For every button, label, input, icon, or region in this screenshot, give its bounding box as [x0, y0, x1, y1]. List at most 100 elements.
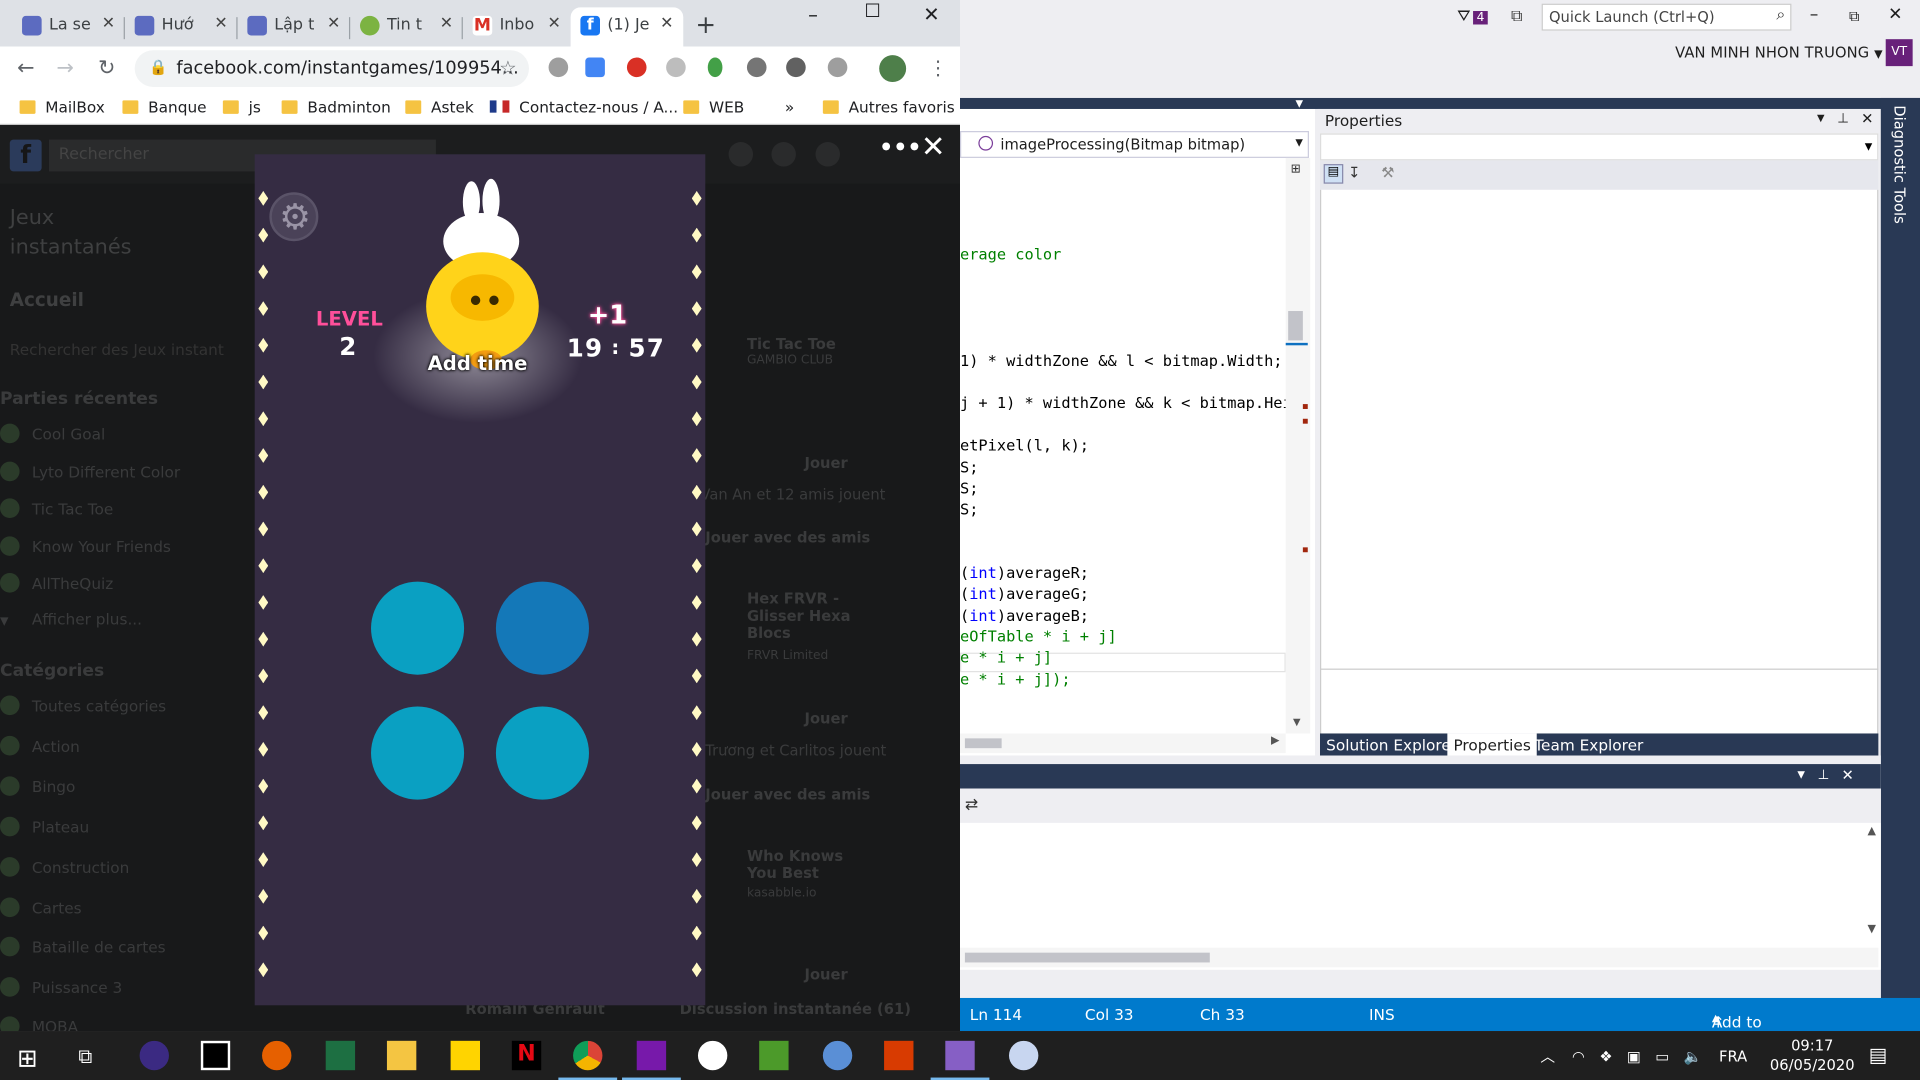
code-editor[interactable]: imageProcessing(Bitmap bitmap) ▼ erage c…: [960, 108, 1316, 756]
wrench-icon[interactable]: ⚒: [1381, 164, 1394, 181]
scroll-right-icon[interactable]: ▶: [1271, 735, 1279, 747]
category-item[interactable]: Plateau: [0, 816, 89, 837]
tab-close-icon[interactable]: ✕: [547, 15, 560, 33]
recent-game-item[interactable]: Lyto Different Color: [0, 461, 180, 482]
sidebar-home[interactable]: Accueil: [10, 289, 84, 311]
word-wrap-icon[interactable]: ⇄: [965, 796, 978, 814]
play-button[interactable]: Jouer: [804, 710, 847, 727]
diagnostic-tools-tab[interactable]: Diagnostic Tools: [1891, 105, 1908, 223]
extension-color-icon[interactable]: [707, 57, 723, 78]
category-item[interactable]: Action: [0, 735, 80, 756]
chrome-maximize-button[interactable]: ☐: [864, 0, 880, 22]
bookmark-contactez-nous[interactable]: Contactez-nous / A...: [489, 98, 678, 116]
recent-game-item[interactable]: AllTheQuiz: [0, 573, 113, 593]
recent-game-item[interactable]: Cool Goal: [0, 423, 105, 444]
extension-darkmode-icon[interactable]: [786, 57, 806, 78]
scrollbar-thumb[interactable]: [964, 952, 1210, 963]
address-bar[interactable]: 🔒 facebook.com/instantgames/109954... ☆: [134, 50, 529, 87]
system-clock[interactable]: 09:17 06/05/2020: [1763, 1036, 1861, 1075]
game-card-title[interactable]: Hex FRVR - Glisser Hexa Blocs: [747, 590, 869, 641]
extension-glasses-icon[interactable]: [666, 57, 686, 78]
facebook-logo-icon[interactable]: f: [9, 139, 42, 172]
image-app-icon[interactable]: [759, 1040, 789, 1071]
settings-button[interactable]: ⚙: [269, 192, 319, 242]
play-with-friends-button[interactable]: Jouer avec des amis: [705, 786, 870, 803]
tab-team-explorer[interactable]: Team Explorer: [1528, 733, 1649, 757]
eclipse-icon[interactable]: [139, 1040, 169, 1071]
scrollbar-thumb[interactable]: [1288, 311, 1303, 341]
split-icon[interactable]: ⊞: [1291, 163, 1301, 176]
back-button[interactable]: ←: [17, 56, 34, 80]
play-button[interactable]: Jouer: [804, 454, 847, 471]
category-item[interactable]: Construction: [0, 857, 129, 877]
extension-eyedropper-icon[interactable]: [548, 57, 569, 78]
account-avatar[interactable]: VT: [1885, 39, 1913, 67]
editor-vertical-scrollbar[interactable]: ⊞ ▼: [1285, 157, 1311, 734]
scroll-up-icon[interactable]: ▲: [1867, 825, 1875, 837]
color-circle[interactable]: [371, 581, 465, 675]
tab-close-icon[interactable]: ✕: [660, 15, 673, 33]
vs-minimize-button[interactable]: –: [1810, 5, 1819, 25]
vs-restore-button[interactable]: ⧉: [1849, 7, 1860, 25]
member-dropdown[interactable]: imageProcessing(Bitmap bitmap) ▼: [960, 131, 1309, 158]
close-icon[interactable]: ✕: [1842, 767, 1854, 784]
object-selector[interactable]: ▼: [1320, 133, 1879, 161]
browser-tab[interactable]: La se ✕: [12, 7, 125, 46]
browser-tab[interactable]: M Inbo ✕: [463, 7, 571, 46]
category-item[interactable]: Bataille de cartes: [0, 936, 166, 957]
close-icon[interactable]: ✕: [1861, 110, 1873, 127]
extension-adblock-icon[interactable]: [626, 57, 647, 78]
bookmarks-overflow-button[interactable]: »: [785, 98, 794, 116]
messenger-icon[interactable]: [771, 142, 796, 167]
language-indicator[interactable]: FRA: [1719, 1048, 1747, 1065]
show-hidden-icons[interactable]: ︿: [1540, 1048, 1555, 1065]
color-circle[interactable]: [495, 706, 589, 800]
clock-app-icon[interactable]: [697, 1040, 728, 1071]
scroll-down-icon[interactable]: ▼: [1293, 716, 1301, 727]
browser-tab[interactable]: Lập t ✕: [238, 7, 351, 46]
game-canvas[interactable]: ⚙ ● ● LEVEL 2 +1 19 : 57 Add time: [254, 154, 706, 1006]
color-circle[interactable]: [371, 706, 465, 800]
tab-close-icon[interactable]: ✕: [327, 15, 340, 33]
reload-button[interactable]: ↻: [98, 56, 115, 80]
chrome-minimize-button[interactable]: –: [808, 2, 818, 25]
bookmark-star-icon[interactable]: ☆: [499, 56, 517, 79]
notifications-button[interactable]: ⛛ 4: [1457, 7, 1489, 26]
feedback-icon[interactable]: ⧉: [1511, 7, 1522, 25]
excel-icon[interactable]: [325, 1040, 356, 1071]
office-icon[interactable]: [884, 1040, 914, 1071]
category-item[interactable]: Bingo: [0, 776, 75, 796]
category-item[interactable]: MOBA: [0, 1016, 78, 1032]
dropdown-arrow-icon[interactable]: ▼: [1797, 769, 1805, 780]
profile-avatar[interactable]: [879, 55, 907, 83]
alphabetical-icon[interactable]: ↧: [1348, 164, 1360, 181]
scrollbar-thumb[interactable]: [964, 738, 1002, 749]
add-time-button[interactable]: Add time: [414, 351, 541, 374]
friends-icon[interactable]: [728, 142, 754, 167]
pin-icon[interactable]: ⊥: [1837, 110, 1849, 126]
output-horizontal-scrollbar[interactable]: [960, 947, 1879, 968]
tab-solution-explorer[interactable]: Solution Explorer: [1320, 733, 1463, 757]
netflix-icon[interactable]: N: [511, 1040, 542, 1071]
wifi-icon[interactable]: ◠: [1572, 1048, 1585, 1065]
recent-game-item[interactable]: Tic Tac Toe: [0, 498, 113, 518]
extension-translate-icon[interactable]: [585, 57, 605, 78]
bookmark-astek[interactable]: Astek: [405, 98, 474, 116]
bookmark-banque[interactable]: Banque: [122, 98, 207, 116]
editor-horizontal-scrollbar[interactable]: ▶: [960, 733, 1286, 754]
category-item[interactable]: Toutes catégories: [0, 695, 166, 716]
onenote-icon[interactable]: [622, 1040, 681, 1080]
tab-properties[interactable]: Properties: [1447, 733, 1537, 758]
extension-vpn-icon[interactable]: [827, 57, 848, 78]
windows-start-icon[interactable]: ⊞: [17, 1043, 38, 1072]
bookmark-badminton[interactable]: Badminton: [281, 98, 391, 116]
visual-studio-icon[interactable]: [930, 1040, 990, 1080]
tab-close-icon[interactable]: ✕: [102, 15, 115, 33]
firefox-icon[interactable]: [262, 1040, 292, 1071]
dropdown-arrow-icon[interactable]: ▼: [1296, 98, 1304, 109]
browser-tab-active[interactable]: f (1) Je ✕: [570, 7, 684, 47]
extension-circle-icon[interactable]: [746, 57, 767, 78]
volume-icon[interactable]: 🔈: [1684, 1048, 1702, 1065]
dropbox-icon[interactable]: ❖: [1599, 1048, 1612, 1065]
diagnostic-tools-sidebar[interactable]: Diagnostic Tools: [1880, 97, 1920, 1032]
